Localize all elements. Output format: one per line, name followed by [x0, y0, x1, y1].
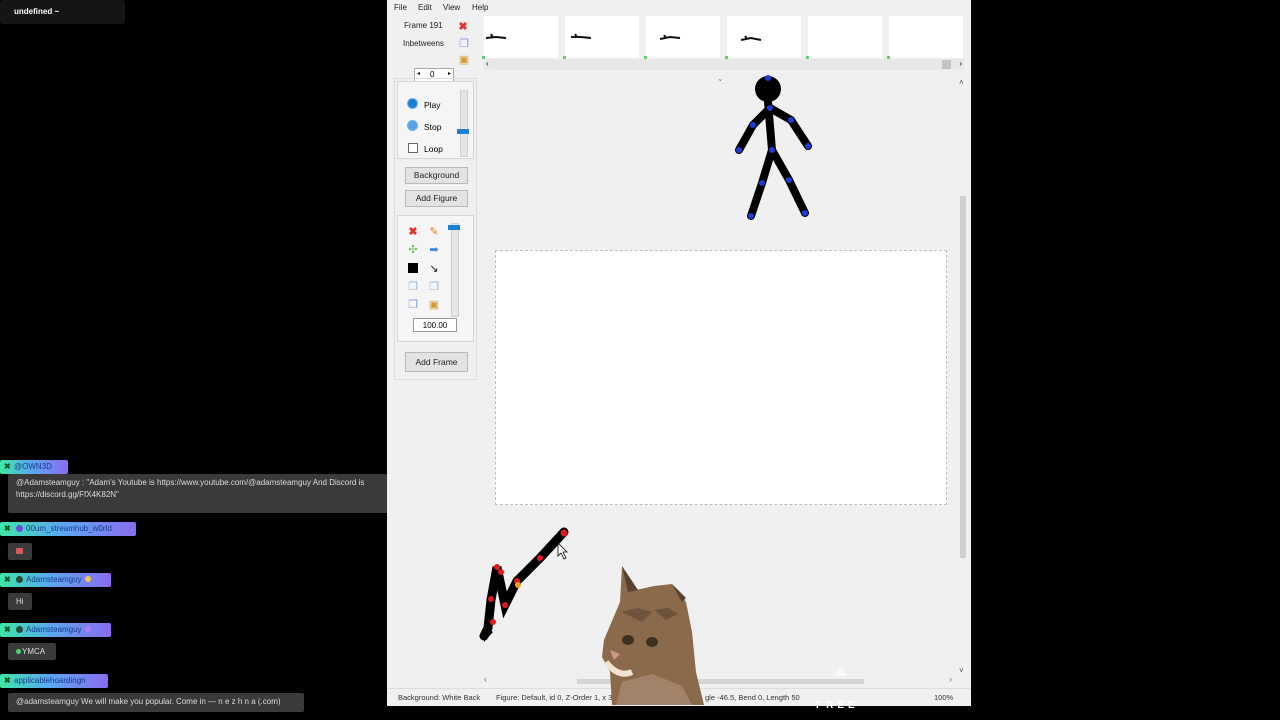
chat-message: Hi	[8, 593, 32, 610]
scroll-thumb[interactable]	[960, 196, 966, 558]
chat-username: @OWN3D	[14, 462, 52, 471]
avatar	[16, 625, 23, 633]
weapon-figure[interactable]	[479, 527, 569, 643]
watermark-logo-icon	[834, 666, 848, 676]
chat-user-chip: ✖ Adamsteamguy	[0, 573, 111, 587]
badge-icon	[84, 626, 91, 633]
status-segment: gle -46.5, Bend 0, Length 50	[705, 693, 800, 702]
chat-message-text: Hi	[16, 597, 24, 606]
chat-message-text: YMCA	[22, 647, 46, 656]
twitch-icon: ✖	[4, 676, 11, 685]
twitch-icon: ✖	[4, 462, 11, 471]
chat-message	[8, 543, 32, 560]
scroll-up-icon[interactable]: ˄	[959, 78, 964, 87]
chat-message-text: @Adamsteamguy : "Adam's Youtube is https…	[16, 478, 365, 499]
stick-figure-default[interactable]	[735, 75, 812, 220]
emote-icon	[16, 649, 21, 654]
emote-icon	[16, 548, 23, 554]
chat-user-chip: ✖ Adamsteamguy	[0, 623, 111, 637]
twitch-icon: ✖	[4, 625, 11, 634]
canvas-vertical-scrollbar[interactable]: ˄ ˅	[957, 78, 969, 678]
avatar	[16, 524, 23, 532]
scroll-down-icon[interactable]: ˅	[959, 666, 964, 675]
chat-user-chip: ✖ @OWN3D	[0, 460, 68, 474]
free-watermark: FREE	[816, 700, 859, 711]
chat-username: applicablehoardingn	[14, 676, 86, 685]
chat-message: YMCA	[8, 643, 56, 660]
chat-username: Adamsteamguy	[26, 575, 82, 584]
canvas-horizontal-scrollbar[interactable]: ‹ ›	[482, 675, 962, 686]
pivot-animator-window: File Edit View Help Frame 191 ✖ Inbetwee…	[387, 0, 971, 706]
avatar	[16, 575, 23, 583]
status-zoom: 100%	[934, 693, 954, 702]
stream-title-badge: undefined ~	[0, 0, 125, 24]
status-background: Background: White Back	[398, 693, 481, 702]
chat-username: 00um_streamhub_w0rld	[26, 524, 112, 533]
chat-message: @Adamsteamguy : "Adam's Youtube is https…	[8, 474, 400, 513]
scroll-left-icon[interactable]: ‹	[484, 675, 487, 684]
mouse-cursor-icon	[557, 542, 568, 560]
chat-username: Adamsteamguy	[26, 625, 82, 634]
twitch-icon: ✖	[4, 575, 11, 584]
badge-icon	[84, 576, 91, 583]
chat-message-text: @adamsteamguy We will make you popular. …	[16, 697, 281, 706]
chat-user-chip: ✖ 00um_streamhub_w0rld	[0, 522, 136, 536]
chat-user-chip: ✖ applicablehoardingn	[0, 674, 108, 688]
twitch-icon: ✖	[4, 524, 11, 533]
chat-message: @adamsteamguy We will make you popular. …	[8, 693, 304, 712]
cat-webcam-overlay	[602, 566, 704, 705]
scroll-right-icon[interactable]: ›	[949, 675, 952, 684]
